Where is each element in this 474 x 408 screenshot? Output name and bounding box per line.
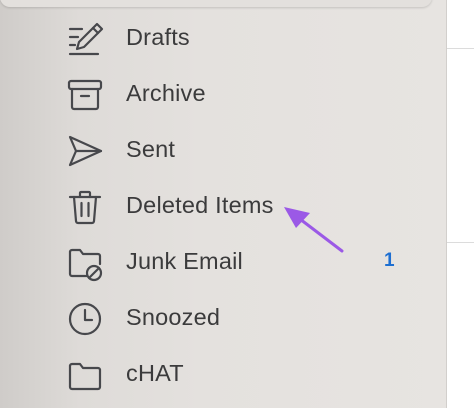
folder-item-deleted-items[interactable]: Deleted Items <box>0 178 446 234</box>
annotation-arrow <box>284 207 344 253</box>
folder-label-drafts: Drafts <box>126 24 190 50</box>
folder-label-snoozed: Snoozed <box>126 304 221 330</box>
drafts-icon <box>66 20 104 58</box>
unread-count-badge: 1 <box>384 250 395 271</box>
folder-item-chat[interactable]: cHAT <box>0 346 446 402</box>
folder-sidebar: Drafts Archive Sent Deleted Items Junk E… <box>0 0 447 408</box>
folder-item-drafts[interactable]: Drafts <box>0 10 446 66</box>
divider <box>447 48 474 49</box>
folder-icon <box>66 356 104 394</box>
folder-item-archive[interactable]: Archive <box>0 66 446 122</box>
archive-icon <box>66 76 104 114</box>
folder-label-sent: Sent <box>126 136 176 162</box>
folder-label-junk-email: Junk Email <box>126 248 243 274</box>
clock-icon <box>66 300 104 338</box>
junk-folder-icon <box>66 244 104 282</box>
folder-item-junk-email[interactable]: Junk Email 1 <box>0 234 446 290</box>
sent-icon <box>66 132 104 170</box>
folder-label-chat: cHAT <box>126 360 184 386</box>
trash-icon <box>66 188 104 226</box>
folder-label-archive: Archive <box>126 80 206 106</box>
folder-item-sent[interactable]: Sent <box>0 122 446 178</box>
selected-folder-highlight[interactable] <box>0 0 432 7</box>
folder-item-snoozed[interactable]: Snoozed <box>0 290 446 346</box>
divider <box>447 242 474 243</box>
folder-label-deleted-items: Deleted Items <box>126 192 274 218</box>
